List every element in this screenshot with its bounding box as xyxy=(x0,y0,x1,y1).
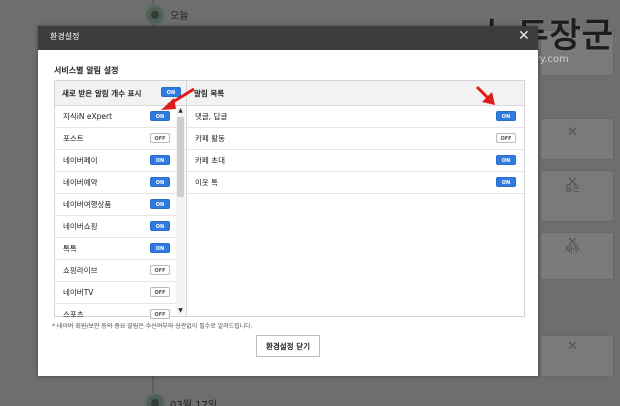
notification-toggle[interactable]: ON xyxy=(496,111,516,121)
notification-list-label: 알림 목록 xyxy=(194,89,225,98)
close-icon[interactable]: ✕ xyxy=(518,29,530,43)
notification-toggle[interactable]: ON xyxy=(496,177,516,187)
list-item: 네이버쇼핑 ON xyxy=(55,216,186,238)
list-item: 네이버페이 ON xyxy=(55,150,186,172)
modal-title: 환경설정 xyxy=(50,32,80,41)
list-item: 쇼핑라이브 OFF xyxy=(55,260,186,282)
list-item: 네이버예약 ON xyxy=(55,172,186,194)
list-item: 네이버TV OFF xyxy=(55,282,186,304)
annotation-arrow-icon xyxy=(161,87,195,110)
notification-toggle[interactable]: OFF xyxy=(150,287,170,297)
notification-toggle[interactable]: OFF xyxy=(150,309,170,319)
scroll-down-icon[interactable]: ▼ xyxy=(176,307,185,315)
list-item-label: 네이버쇼핑 xyxy=(63,222,98,231)
service-list-panel: 새로 받은 알림 개수 표시 ON 지식iN eXpert ON 포스트 OFF 네이버… xyxy=(54,80,187,326)
notification-toggle[interactable]: ON xyxy=(150,199,170,209)
notification-toggle[interactable]: OFF xyxy=(496,133,516,143)
footnote: * 네이버 회원/보안 등의 중요 알림은 수신여부와 상관없이 필수로 알려드… xyxy=(52,323,253,330)
notification-toggle[interactable]: ON xyxy=(150,155,170,165)
list-item-label: 댓글, 답글 xyxy=(195,112,228,121)
close-icon: ✕ xyxy=(567,339,578,354)
list-item: 포스트 OFF xyxy=(55,128,186,150)
list-item: 톡톡 ON xyxy=(55,238,186,260)
modal-header: 환경설정 ✕ xyxy=(38,26,538,50)
notification-list: 댓글, 답글 ON 카페 활동 OFF 카페 초대 ON 이웃 톡 ON xyxy=(187,106,524,194)
list-item: 카페 초대 ON xyxy=(187,150,524,172)
notification-toggle[interactable]: OFF xyxy=(150,265,170,275)
list-item-label: 쇼핑라이브 xyxy=(63,266,98,275)
list-item-label: 스포츠 xyxy=(63,310,84,319)
list-item: 네이버여행상품 ON xyxy=(55,194,186,216)
notification-toggle[interactable]: ON xyxy=(150,177,170,187)
notification-toggle[interactable]: ON xyxy=(150,243,170,253)
list-item: 이웃 톡 ON xyxy=(187,172,524,194)
timeline-today-label: 오늘 xyxy=(170,11,189,22)
section-title: 서비스별 알림 설정 xyxy=(54,66,119,75)
settings-modal: 환경설정 ✕ 서비스별 알림 설정 새로 받은 알림 개수 표시 ON 지식iN… xyxy=(38,26,538,376)
list-item: 댓글, 답글 ON xyxy=(187,106,524,128)
notification-toggle[interactable]: ON xyxy=(150,111,170,121)
list-item-label: 톡톡 xyxy=(63,244,77,253)
background-fragment: 재주 xyxy=(565,245,580,254)
timeline-dot-icon xyxy=(145,5,165,25)
list-item-label: 네이버여행상품 xyxy=(63,200,112,209)
notification-list-panel: 알림 목록 댓글, 답글 ON 카페 활동 OFF 카페 초대 ON 이웃 톡 ON xyxy=(186,80,525,317)
list-item-label: 카페 초대 xyxy=(195,156,225,165)
service-list: 지식iN eXpert ON 포스트 OFF 네이버페이 ON 네이버예약 ON 네이버여행상품… xyxy=(55,106,186,326)
list-item-label: 네이버페이 xyxy=(63,156,98,165)
notification-toggle[interactable]: OFF xyxy=(150,133,170,143)
close-icon: ✕ xyxy=(567,125,578,140)
list-item-label: 네이버예약 xyxy=(63,178,98,187)
unread-count-label: 새로 받은 알림 개수 표시 xyxy=(62,89,142,98)
service-list-scrollbar[interactable]: ▲ ▼ xyxy=(176,107,185,315)
list-item-label: 포스트 xyxy=(63,134,84,143)
timeline-date-label: 03월 17일 xyxy=(170,400,218,406)
list-item-label: 지식iN eXpert xyxy=(63,112,113,121)
list-item: 카페 활동 OFF xyxy=(187,128,524,150)
notification-toggle[interactable]: ON xyxy=(496,155,516,165)
scroll-thumb[interactable] xyxy=(177,117,184,197)
list-item-label: 카페 활동 xyxy=(195,134,225,143)
annotation-arrow-icon xyxy=(475,85,495,105)
list-item-label: 이웃 톡 xyxy=(195,178,219,187)
timeline-dot-icon xyxy=(145,393,165,406)
notification-toggle[interactable]: ON xyxy=(150,221,170,231)
close-settings-button[interactable]: 환경설정 닫기 xyxy=(256,335,320,357)
list-item-label: 네이버TV xyxy=(63,288,94,297)
background-fragment: 등은 xyxy=(565,184,580,193)
